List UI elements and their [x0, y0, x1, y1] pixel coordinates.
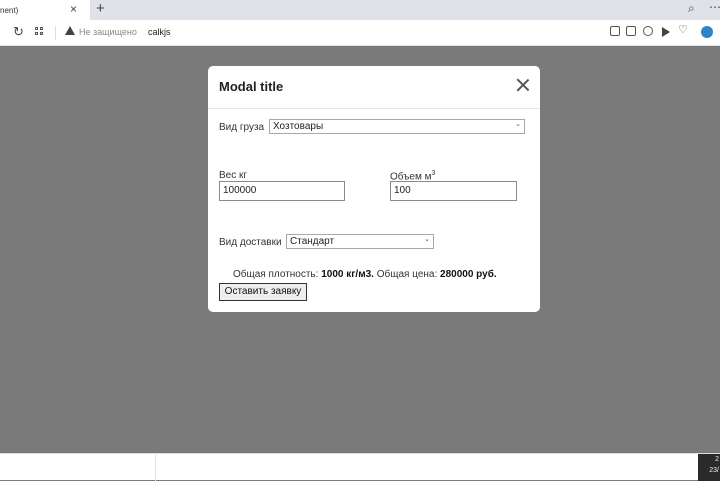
- submit-request-button[interactable]: Оставить заявку: [219, 283, 307, 301]
- taskbar-clock[interactable]: 2 23/: [698, 454, 720, 481]
- summary-text: Общая плотность: 1000 кг/м3. Общая цена:…: [233, 269, 497, 280]
- density-label: Общая плотность:: [233, 269, 319, 280]
- address-bar: ↻ Не защищено calkjs ♡: [0, 20, 720, 46]
- search-icon[interactable]: ⌕: [688, 1, 695, 16]
- more-icon[interactable]: ⋯: [709, 0, 720, 14]
- tab-bar: nent) × + ⌕ ⋯: [0, 0, 720, 20]
- weight-label: Вес кг: [219, 170, 248, 181]
- delivery-select[interactable]: Стандарт ⌄: [286, 234, 434, 249]
- divider: [55, 26, 56, 40]
- modal-header: Modal title: [208, 66, 540, 109]
- modal-dialog: Modal title Вид груза Хозтовары ⌄ Вес кг…: [208, 66, 540, 312]
- chevron-down-icon: ⌄: [424, 236, 430, 243]
- share-icon[interactable]: [610, 26, 620, 36]
- delivery-value: Стандарт: [290, 236, 335, 247]
- modal-title: Modal title: [219, 79, 284, 94]
- new-tab-button[interactable]: +: [96, 0, 105, 17]
- weight-input[interactable]: 100000: [219, 181, 345, 201]
- divider: [155, 454, 156, 481]
- volume-input[interactable]: 100: [390, 181, 517, 201]
- browser-tab[interactable]: nent) ×: [0, 0, 90, 20]
- security-status[interactable]: Не защищено: [79, 27, 137, 37]
- delivery-label: Вид доставки: [219, 237, 282, 248]
- density-value: 1000 кг/м3.: [321, 269, 374, 280]
- price-label: Общая цена:: [376, 269, 438, 280]
- tab-title: nent): [0, 6, 19, 15]
- camera-icon[interactable]: [626, 26, 636, 36]
- shield-icon[interactable]: [643, 26, 653, 36]
- taskbar: 2 23/: [0, 453, 720, 481]
- price-value: 280000 руб.: [440, 269, 497, 280]
- tab-close-icon[interactable]: ×: [70, 2, 77, 16]
- clock-date: 23/: [709, 467, 719, 474]
- warning-icon[interactable]: [65, 26, 75, 35]
- cargo-type-select[interactable]: Хозтовары ⌄: [269, 119, 525, 134]
- send-icon[interactable]: [662, 27, 670, 37]
- user-icon[interactable]: [701, 26, 713, 38]
- url-text[interactable]: calkjs: [148, 27, 171, 37]
- close-icon[interactable]: [516, 78, 530, 92]
- grid-icon[interactable]: [35, 27, 45, 37]
- reload-icon[interactable]: ↻: [13, 24, 24, 40]
- heart-icon[interactable]: ♡: [678, 23, 688, 36]
- cargo-type-value: Хозтовары: [273, 121, 324, 132]
- chevron-down-icon: ⌄: [515, 121, 521, 128]
- cargo-type-label: Вид груза: [219, 122, 265, 133]
- clock-time: 2: [715, 456, 719, 463]
